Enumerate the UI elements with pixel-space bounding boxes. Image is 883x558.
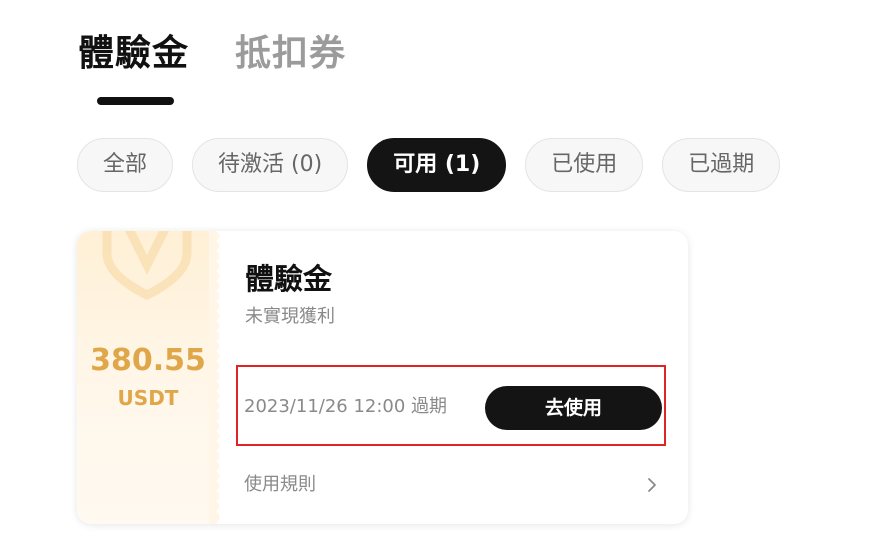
tab-trial-fund[interactable]: 體驗金 (78, 28, 189, 80)
perforated-edge (209, 231, 220, 524)
tab-deduction-coupon[interactable]: 抵扣券 (235, 28, 346, 80)
rewards-page: 體驗金 抵扣券 全部 待激活 (0) 可用 (1) 已使用 已過期 380.55… (0, 0, 883, 558)
voucher-stub: 380.55 USDT (77, 231, 216, 524)
voucher-unit: USDT (117, 386, 179, 410)
use-voucher-button[interactable]: 去使用 (485, 386, 662, 430)
filter-used[interactable]: 已使用 (525, 138, 644, 192)
filter-expired[interactable]: 已過期 (662, 138, 781, 192)
voucher-card: 380.55 USDT 體驗金 未實現獲利 2023/11/26 12:00 過… (77, 231, 688, 524)
chevron-right-icon[interactable] (645, 477, 659, 493)
active-tab-indicator (97, 97, 174, 105)
filter-chips: 全部 待激活 (0) 可用 (1) 已使用 已過期 (77, 138, 781, 192)
voucher-expiry: 2023/11/26 12:00 過期 (244, 396, 448, 417)
filter-pending-activation[interactable]: 待激活 (0) (192, 138, 349, 192)
voucher-title: 體驗金 (245, 262, 333, 296)
filter-all[interactable]: 全部 (77, 138, 174, 192)
main-tabs: 體驗金 抵扣券 (78, 28, 346, 80)
voucher-subtitle: 未實現獲利 (245, 306, 335, 327)
filter-available[interactable]: 可用 (1) (367, 138, 507, 192)
shield-v-icon (102, 231, 192, 301)
voucher-amount: 380.55 (90, 343, 206, 378)
usage-rules-link[interactable]: 使用規則 (244, 472, 316, 498)
